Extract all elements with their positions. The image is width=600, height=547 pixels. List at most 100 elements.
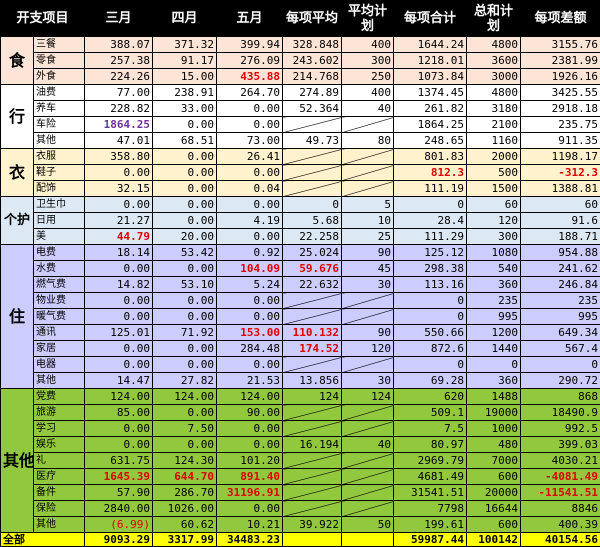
cell-avg-plan[interactable]: 400 [341, 84, 395, 101]
cell-m3[interactable]: 0.00 [84, 292, 154, 309]
cell-total[interactable]: 1073.84 [393, 68, 468, 85]
cell-total[interactable]: 4681.49 [393, 468, 468, 485]
cell-diff[interactable]: 1926.16 [520, 68, 600, 85]
cell-m5[interactable]: 0.04 [216, 180, 284, 197]
cell-total[interactable]: 801.83 [393, 148, 468, 165]
category-label[interactable]: 其他 [0, 388, 34, 533]
item-name-cell[interactable]: 电费 [32, 244, 86, 261]
cell-plan[interactable]: 1080 [466, 244, 522, 261]
item-name-cell[interactable]: 油费 [32, 84, 86, 101]
item-name-cell[interactable]: 保险 [32, 500, 86, 517]
cell-diff[interactable]: 1388.81 [520, 180, 600, 197]
cell-m5[interactable]: 264.70 [216, 84, 284, 101]
cell-m3[interactable]: 85.00 [84, 404, 154, 421]
cell-avg[interactable] [282, 420, 343, 437]
cell-avg[interactable] [282, 500, 343, 517]
cell-m3[interactable]: 32.15 [84, 180, 154, 197]
cell-diff[interactable]: 246.84 [520, 276, 600, 293]
cell-avg[interactable]: 274.89 [282, 84, 343, 101]
cell-avg-plan[interactable]: 45 [341, 260, 395, 277]
cell-avg[interactable] [282, 148, 343, 165]
cell-m5[interactable]: 0.00 [216, 356, 284, 373]
cell-avg-plan[interactable]: 90 [341, 324, 395, 341]
cell-avg[interactable]: 243.602 [282, 52, 343, 69]
cell-plan[interactable]: 120 [466, 212, 522, 229]
cell-avg[interactable]: 174.52 [282, 340, 343, 357]
cell-total[interactable]: 28.4 [393, 212, 468, 229]
category-label[interactable]: 住 [0, 244, 34, 389]
cell-avg-plan[interactable] [341, 292, 395, 309]
item-name-cell[interactable]: 日用 [32, 212, 86, 229]
cell-avg-plan[interactable]: 25 [341, 228, 395, 245]
cell-avg-plan[interactable] [341, 116, 395, 133]
item-name-cell[interactable]: 家居 [32, 340, 86, 357]
cell-m3[interactable]: 358.80 [84, 148, 154, 165]
cell-diff[interactable]: 3425.55 [520, 84, 600, 101]
cell-m4[interactable]: 371.32 [152, 36, 218, 53]
cell-total[interactable]: 620 [393, 388, 468, 405]
cell-m4[interactable]: 0.00 [152, 196, 218, 213]
cell-avg-plan[interactable]: 40 [341, 100, 395, 117]
cell-m4[interactable]: 15.00 [152, 68, 218, 85]
cell-plan[interactable]: 19000 [466, 404, 522, 421]
total-per-avg[interactable] [282, 532, 343, 547]
cell-m3[interactable]: 0.00 [84, 196, 154, 213]
cell-total[interactable]: 1864.25 [393, 116, 468, 133]
cell-m4[interactable]: 91.17 [152, 52, 218, 69]
cell-total[interactable]: 7798 [393, 500, 468, 517]
cell-m3[interactable]: 0.00 [84, 164, 154, 181]
item-name-cell[interactable]: 车险 [32, 116, 86, 133]
cell-diff[interactable]: -11541.51 [520, 484, 600, 501]
total-sum-plan[interactable]: 100142 [466, 532, 522, 547]
cell-avg[interactable]: 25.024 [282, 244, 343, 261]
cell-avg-plan[interactable] [341, 148, 395, 165]
cell-avg-plan[interactable] [341, 500, 395, 517]
cell-plan[interactable]: 540 [466, 260, 522, 277]
total-may[interactable]: 34483.23 [216, 532, 284, 547]
cell-diff[interactable]: 2918.18 [520, 100, 600, 117]
cell-m3[interactable]: 2840.00 [84, 500, 154, 517]
cell-m5[interactable]: 73.00 [216, 132, 284, 149]
cell-plan[interactable]: 500 [466, 164, 522, 181]
cell-m5[interactable]: 26.41 [216, 148, 284, 165]
cell-plan[interactable]: 600 [466, 516, 522, 533]
cell-m4[interactable]: 68.51 [152, 132, 218, 149]
cell-diff[interactable]: 868 [520, 388, 600, 405]
cell-avg[interactable]: 22.632 [282, 276, 343, 293]
item-name-cell[interactable]: 三餐 [32, 36, 86, 53]
cell-diff[interactable]: 0 [520, 356, 600, 373]
item-name-cell[interactable]: 学习 [32, 420, 86, 437]
cell-avg-plan[interactable] [341, 452, 395, 469]
category-label[interactable]: 个护 [0, 196, 34, 245]
cell-m4[interactable]: 53.42 [152, 244, 218, 261]
item-name-cell[interactable]: 礼 [32, 452, 86, 469]
cell-avg-plan[interactable] [341, 164, 395, 181]
cell-avg-plan[interactable]: 120 [341, 340, 395, 357]
cell-diff[interactable]: 400.39 [520, 516, 600, 533]
cell-total[interactable]: 69.28 [393, 372, 468, 389]
cell-avg-plan[interactable]: 80 [341, 132, 395, 149]
category-label[interactable]: 行 [0, 84, 34, 149]
cell-diff[interactable]: 4030.21 [520, 452, 600, 469]
cell-m3[interactable]: 631.75 [84, 452, 154, 469]
cell-avg[interactable]: 52.364 [282, 100, 343, 117]
cell-m4[interactable]: 7.50 [152, 420, 218, 437]
cell-m3[interactable]: 77.00 [84, 84, 154, 101]
category-label[interactable]: 食 [0, 36, 34, 85]
cell-total[interactable]: 199.61 [393, 516, 468, 533]
cell-avg[interactable]: 49.73 [282, 132, 343, 149]
cell-avg[interactable] [282, 356, 343, 373]
cell-diff[interactable]: 8846 [520, 500, 600, 517]
cell-m5[interactable]: 0.00 [216, 308, 284, 325]
cell-diff[interactable]: 992.5 [520, 420, 600, 437]
cell-plan[interactable]: 1200 [466, 324, 522, 341]
cell-plan[interactable]: 16644 [466, 500, 522, 517]
cell-avg[interactable]: 5.68 [282, 212, 343, 229]
cell-diff[interactable]: 995 [520, 308, 600, 325]
cell-avg[interactable] [282, 452, 343, 469]
cell-avg[interactable] [282, 164, 343, 181]
cell-plan[interactable]: 7000 [466, 452, 522, 469]
item-name-cell[interactable]: 配饰 [32, 180, 86, 197]
total-avg-plan[interactable] [341, 532, 395, 547]
cell-m5[interactable]: 0.00 [216, 292, 284, 309]
